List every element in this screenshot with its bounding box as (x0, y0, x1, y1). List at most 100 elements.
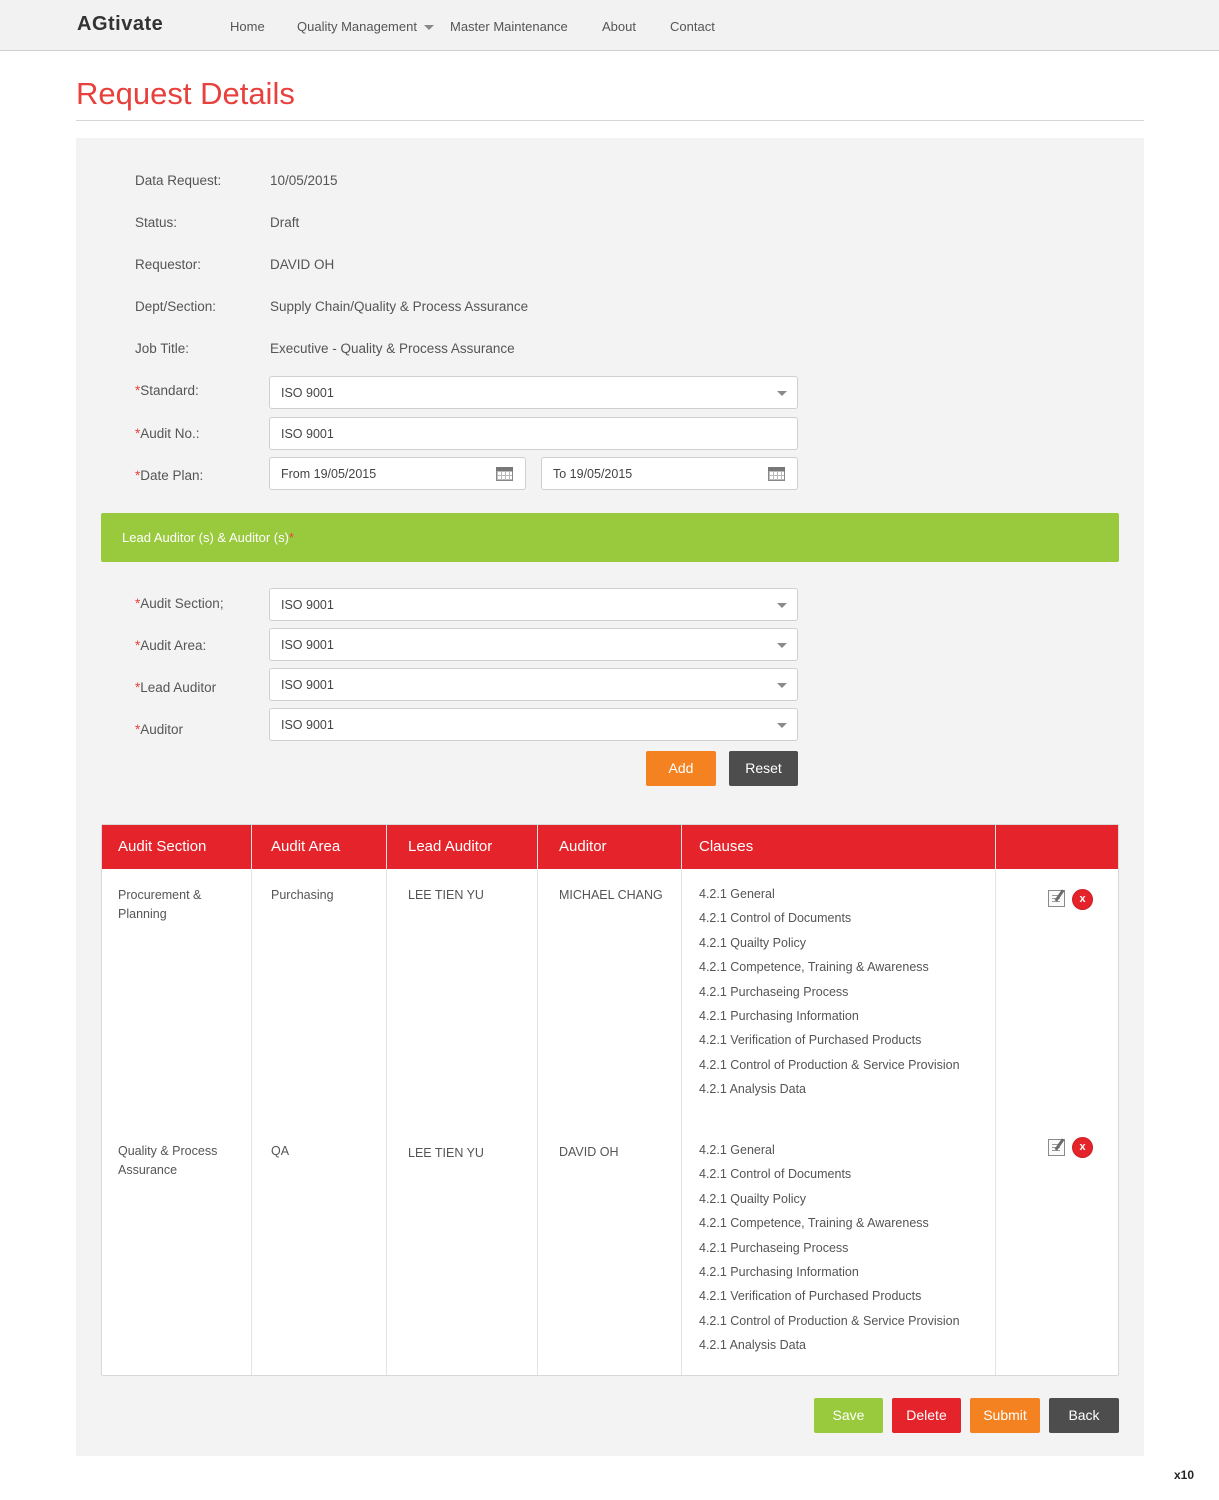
column-divider (995, 825, 996, 1375)
title-divider (76, 120, 1144, 121)
lead-auditor-select-value: ISO 9001 (281, 678, 334, 692)
header-auditor: Auditor (559, 838, 607, 855)
audit-area-label-text: Audit Area: (140, 638, 207, 653)
auditors-section-header: Lead Auditor (s) & Auditor (s)* (101, 513, 1119, 562)
standard-label-text: Standard: (140, 383, 199, 398)
top-navbar: AGtivate Home Quality Management Master … (0, 0, 1219, 51)
cell-auditor: MICHAEL CHANG (559, 888, 663, 902)
cell-auditor: DAVID OH (559, 1145, 619, 1159)
clause-item: 4.2.1 General (699, 887, 775, 901)
auditor-label-text: Auditor (140, 722, 184, 737)
standard-label: *Standard: (135, 383, 199, 398)
edit-icon[interactable] (1048, 890, 1065, 907)
job-title-label: Job Title: (135, 341, 190, 356)
nav-about[interactable]: About (602, 19, 636, 34)
audit-area-select-value: ISO 9001 (281, 638, 334, 652)
date-from-input[interactable]: From 19/05/2015 (269, 457, 526, 490)
zoom-footnote: x10 (1174, 1468, 1195, 1482)
audit-section-label-text: Audit Section; (140, 596, 224, 611)
reset-button[interactable]: Reset (729, 751, 798, 786)
column-divider (251, 825, 252, 1375)
audit-section-select[interactable]: ISO 9001 (269, 588, 798, 621)
date-plan-label-text: Date Plan: (140, 468, 204, 483)
audit-area-label: *Audit Area: (135, 638, 206, 653)
submit-button[interactable]: Submit (970, 1398, 1040, 1433)
nav-contact[interactable]: Contact (670, 19, 715, 34)
column-divider (386, 825, 387, 1375)
lead-auditor-select[interactable]: ISO 9001 (269, 668, 798, 701)
clause-item: 4.2.1 Quailty Policy (699, 936, 806, 950)
data-request-value: 10/05/2015 (270, 173, 338, 188)
delete-button[interactable]: Delete (892, 1398, 961, 1433)
clause-item: 4.2.1 Analysis Data (699, 1338, 807, 1352)
date-to-input[interactable]: To 19/05/2015 (541, 457, 798, 490)
audit-no-input[interactable]: ISO 9001 (269, 417, 798, 450)
date-from-value: From 19/05/2015 (281, 467, 377, 481)
clause-item: 4.2.1 Purchasing Information (699, 1009, 859, 1023)
auditor-select[interactable]: ISO 9001 (269, 708, 798, 741)
clause-item: 4.2.1 Control of Documents (699, 1167, 852, 1181)
standard-select[interactable]: ISO 9001 (269, 376, 798, 409)
header-audit-section: Audit Section (118, 838, 207, 855)
page-title: Request Details (76, 76, 295, 111)
brand-logo[interactable]: AGtivate (77, 13, 163, 36)
save-button[interactable]: Save (814, 1398, 883, 1433)
dept-section-label: Dept/Section: (135, 299, 217, 314)
column-divider (537, 825, 538, 1375)
table-header-row: Audit Section Audit Area Lead Auditor Au… (102, 825, 1118, 869)
cell-audit-area: Purchasing (271, 888, 334, 902)
nav-quality-management-label: Quality Management (297, 19, 417, 34)
dept-section-value: Supply Chain/Quality & Process Assurance (270, 299, 529, 314)
delete-row-icon[interactable]: x (1073, 1138, 1092, 1157)
header-clauses: Clauses (699, 838, 754, 855)
calendar-icon[interactable] (496, 467, 513, 481)
lead-auditor-label-text: Lead Auditor (140, 680, 217, 695)
dropdown-arrow-icon (777, 603, 787, 608)
requestor-value: DAVID OH (270, 257, 335, 272)
clause-item: 4.2.1 Verification of Purchased Products (699, 1033, 922, 1047)
job-title-value: Executive - Quality & Process Assurance (270, 341, 515, 356)
required-mark: * (288, 530, 294, 545)
cell-lead-auditor: LEE TIEN YU (408, 1146, 484, 1160)
dropdown-arrow-icon (777, 723, 787, 728)
chevron-down-icon (423, 25, 434, 31)
clause-item: 4.2.1 Purchasing Information (699, 1265, 859, 1279)
audit-section-label: *Audit Section; (135, 596, 224, 611)
clause-item: 4.2.1 Competence, Training & Awareness (699, 1216, 929, 1230)
calendar-icon[interactable] (768, 467, 785, 481)
cell-audit-section: Procurement & Planning (118, 888, 202, 921)
nav-master-maintenance[interactable]: Master Maintenance (450, 19, 568, 34)
dropdown-arrow-icon (777, 643, 787, 648)
nav-home[interactable]: Home (230, 19, 265, 34)
date-plan-label: *Date Plan: (135, 468, 203, 483)
auditor-label: *Auditor (135, 722, 183, 737)
status-value: Draft (270, 215, 300, 230)
cell-audit-area: QA (271, 1144, 290, 1158)
dropdown-arrow-icon (777, 683, 787, 688)
cell-lead-auditor: LEE TIEN YU (408, 888, 484, 902)
back-button[interactable]: Back (1049, 1398, 1119, 1433)
clause-item: 4.2.1 Control of Production & Service Pr… (699, 1058, 960, 1072)
delete-row-icon[interactable]: x (1073, 890, 1092, 909)
column-divider (681, 825, 682, 1375)
auditor-select-value: ISO 9001 (281, 718, 334, 732)
clause-item: 4.2.1 Control of Production & Service Pr… (699, 1314, 960, 1328)
clause-item: 4.2.1 Verification of Purchased Products (699, 1289, 922, 1303)
dropdown-arrow-icon (777, 391, 787, 396)
clause-item: 4.2.1 Purchaseing Process (699, 985, 849, 999)
standard-select-value: ISO 9001 (281, 386, 334, 400)
status-label: Status: (135, 215, 178, 230)
audit-section-select-value: ISO 9001 (281, 598, 334, 612)
audit-no-label: *Audit No.: (135, 426, 200, 441)
requestor-label: Requestor: (135, 257, 202, 272)
nav-quality-management[interactable]: Quality Management (297, 19, 434, 34)
audit-area-select[interactable]: ISO 9001 (269, 628, 798, 661)
header-lead-auditor: Lead Auditor (408, 838, 493, 855)
add-button[interactable]: Add (646, 751, 716, 786)
auditors-section-title-text: Lead Auditor (s) & Auditor (s) (122, 530, 289, 545)
edit-icon[interactable] (1048, 1139, 1065, 1156)
clause-item: 4.2.1 Quailty Policy (699, 1192, 806, 1206)
clause-item: 4.2.1 Purchaseing Process (699, 1241, 849, 1255)
lead-auditor-label: *Lead Auditor (135, 680, 216, 695)
clause-item: 4.2.1 Competence, Training & Awareness (699, 960, 929, 974)
